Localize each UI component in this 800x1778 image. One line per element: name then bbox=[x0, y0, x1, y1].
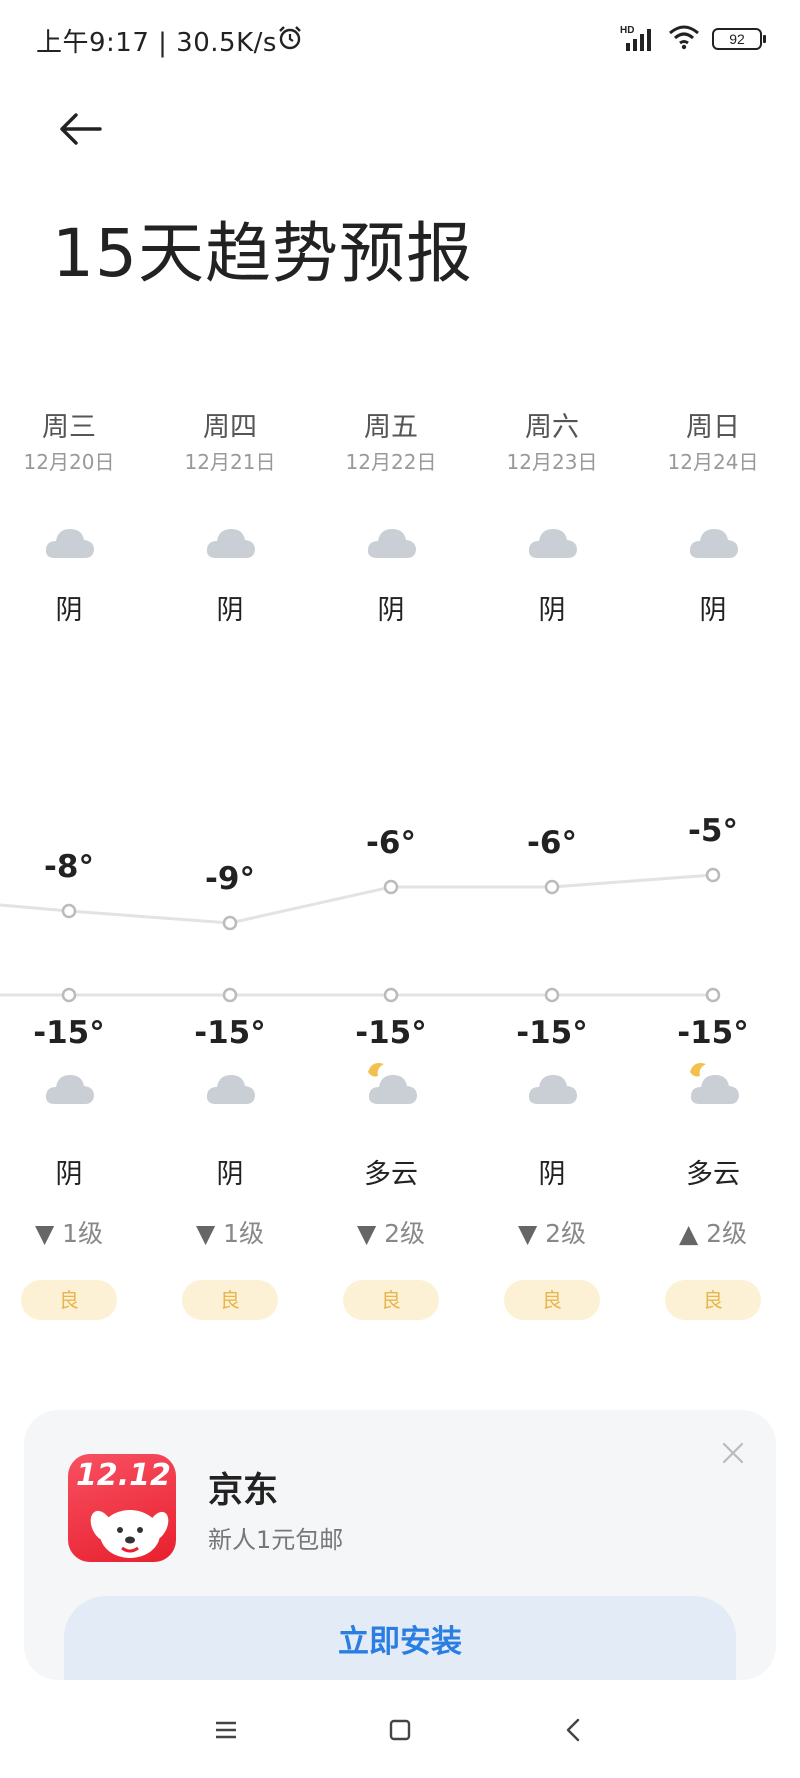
wind-up-arrow-icon: ▲ bbox=[678, 1219, 699, 1248]
cloudy-icon bbox=[689, 522, 739, 566]
signal-icon: HD bbox=[620, 25, 656, 53]
low-temp-label: -15° bbox=[194, 1015, 266, 1051]
wind-down-arrow-icon: ▼ bbox=[195, 1219, 216, 1248]
cloudy-icon bbox=[206, 1068, 256, 1112]
day-name: 周三 bbox=[42, 412, 96, 443]
night-condition: 阴 bbox=[216, 1159, 244, 1190]
high-temp-label: -6° bbox=[366, 825, 416, 861]
cloudy-icon bbox=[45, 522, 95, 566]
high-temp-label: -5° bbox=[688, 813, 738, 849]
high-temp-label: -8° bbox=[44, 849, 94, 885]
partly-cloudy-night-icon bbox=[364, 1060, 420, 1112]
wind-level: ▼ 2级 bbox=[321, 1214, 461, 1250]
cloudy-icon bbox=[528, 1068, 578, 1112]
high-temp-point bbox=[705, 867, 721, 883]
high-temp-point bbox=[383, 879, 399, 895]
wind-text: 1级 bbox=[223, 1219, 265, 1248]
navigation-bar bbox=[0, 1682, 800, 1778]
aqi-badge: 良 bbox=[182, 1280, 278, 1320]
home-icon[interactable] bbox=[380, 1710, 420, 1750]
day-condition: 阴 bbox=[538, 595, 566, 626]
install-button[interactable]: 立即安装 bbox=[64, 1596, 736, 1680]
day-condition: 阴 bbox=[55, 595, 83, 626]
high-temp-point bbox=[222, 915, 238, 931]
aqi-badge: 良 bbox=[343, 1280, 439, 1320]
high-temp-label: -9° bbox=[205, 861, 255, 897]
status-bar: 上午9:17 | 30.5K/s HD 92 bbox=[0, 0, 800, 80]
day-condition: 阴 bbox=[216, 595, 244, 626]
status-time-speed: 上午9:17 | 30.5K/s bbox=[36, 28, 277, 58]
ad-card[interactable]: 12.12 京东 新人1元包邮 立即安装 bbox=[24, 1410, 776, 1680]
partly-cloudy-night-icon bbox=[686, 1060, 742, 1112]
day-condition: 阴 bbox=[377, 595, 405, 626]
ad-title: 京东 bbox=[208, 1471, 279, 1511]
wind-down-arrow-icon: ▼ bbox=[356, 1219, 377, 1248]
wind-down-arrow-icon: ▼ bbox=[34, 1219, 55, 1248]
high-temp-point bbox=[544, 879, 560, 895]
wind-text: 2级 bbox=[384, 1219, 426, 1248]
wind-level: ▲ 2级 bbox=[643, 1214, 783, 1250]
day-name: 周四 bbox=[203, 412, 257, 443]
low-temp-point bbox=[705, 987, 721, 1003]
battery-icon: 92 bbox=[712, 28, 766, 50]
close-icon[interactable] bbox=[720, 1440, 746, 1466]
wind-level: ▼ 1级 bbox=[0, 1214, 139, 1250]
night-condition: 阴 bbox=[55, 1159, 83, 1190]
alarm-icon bbox=[277, 25, 303, 55]
app-logo[interactable]: 12.12 bbox=[68, 1454, 176, 1562]
cloudy-icon bbox=[367, 522, 417, 566]
wind-down-arrow-icon: ▼ bbox=[517, 1219, 538, 1248]
cloudy-icon bbox=[45, 1068, 95, 1112]
wind-text: 2级 bbox=[706, 1219, 748, 1248]
day-date: 12月20日 bbox=[23, 450, 115, 474]
back-arrow-icon[interactable] bbox=[56, 104, 106, 154]
page-title: 15天趋势预报 bbox=[52, 215, 473, 292]
day-name: 周六 bbox=[525, 412, 579, 443]
wind-text: 1级 bbox=[62, 1219, 104, 1248]
day-condition: 阴 bbox=[699, 595, 727, 626]
ad-subtitle: 新人1元包邮 bbox=[208, 1526, 344, 1554]
cloudy-icon bbox=[206, 522, 256, 566]
high-temp-point bbox=[61, 903, 77, 919]
day-date: 12月21日 bbox=[184, 450, 276, 474]
mascot-dog-icon bbox=[90, 1510, 169, 1558]
night-condition: 多云 bbox=[686, 1159, 740, 1190]
wind-level: ▼ 2级 bbox=[482, 1214, 622, 1250]
low-temp-label: -15° bbox=[33, 1015, 105, 1051]
low-temp-label: -15° bbox=[677, 1015, 749, 1051]
day-date: 12月23日 bbox=[506, 450, 598, 474]
low-temp-label: -15° bbox=[355, 1015, 427, 1051]
low-temp-label: -15° bbox=[516, 1015, 588, 1051]
night-condition: 阴 bbox=[538, 1159, 566, 1190]
wind-level: ▼ 1级 bbox=[160, 1214, 300, 1250]
low-temp-point bbox=[61, 987, 77, 1003]
back-icon[interactable] bbox=[554, 1710, 594, 1750]
wind-text: 2级 bbox=[545, 1219, 587, 1248]
day-name: 周日 bbox=[686, 412, 740, 443]
low-temp-point bbox=[383, 987, 399, 1003]
low-temp-point bbox=[544, 987, 560, 1003]
day-date: 12月22日 bbox=[345, 450, 437, 474]
high-temp-label: -6° bbox=[527, 825, 577, 861]
cloudy-icon bbox=[528, 522, 578, 566]
aqi-badge: 良 bbox=[21, 1280, 117, 1320]
status-icons: HD 92 bbox=[620, 24, 766, 54]
night-condition: 多云 bbox=[364, 1159, 418, 1190]
menu-icon[interactable] bbox=[206, 1710, 246, 1750]
day-name: 周五 bbox=[364, 412, 418, 443]
aqi-badge: 良 bbox=[504, 1280, 600, 1320]
wifi-icon bbox=[668, 24, 700, 54]
low-temp-point bbox=[222, 987, 238, 1003]
aqi-badge: 良 bbox=[665, 1280, 761, 1320]
day-date: 12月24日 bbox=[667, 450, 759, 474]
